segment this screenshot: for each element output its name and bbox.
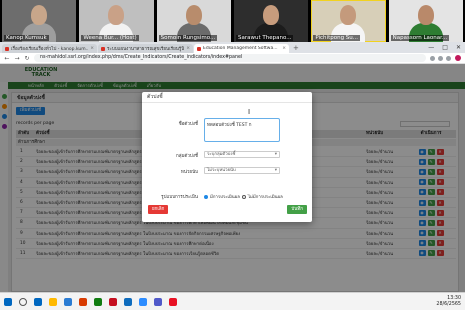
radio-not-evaluated[interactable] bbox=[241, 194, 246, 199]
close-icon[interactable]: ✕ bbox=[456, 44, 461, 51]
tab-favicon-icon bbox=[5, 46, 9, 51]
start-icon[interactable] bbox=[4, 297, 12, 306]
unit-select[interactable]: ไม่ระบุหน่วยนับ bbox=[204, 167, 280, 174]
participant-face bbox=[263, 5, 280, 25]
text-cursor-icon: I bbox=[248, 108, 251, 116]
format-radio-group: มีการประเมินผล ไม่มีการประเมินผล bbox=[204, 193, 283, 200]
tab-label: Education Management Softwa... bbox=[203, 46, 278, 51]
reload-icon[interactable]: ↻ bbox=[24, 55, 30, 62]
participant-name: Somoin Rungsimo... bbox=[158, 35, 218, 41]
web-page: EDUCATION TRACK หน้าหลัก ตัวบ่งชี้ จัดการต… bbox=[0, 64, 465, 292]
radio-evaluated-label: มีการประเมินผล bbox=[210, 195, 240, 200]
name-label: ชื่อตัวบ่งชี้ bbox=[178, 122, 198, 127]
browser-tab[interactable]: Education Management Softwa... × bbox=[194, 44, 289, 53]
browser-tab[interactable]: ระบบแผนงานฯสาธารณสุขเรียนเรียนรู้นิเ... × bbox=[98, 44, 193, 53]
taskbar-app-icon[interactable] bbox=[154, 297, 162, 306]
windows-taskbar: 13:30 28/6/2565 bbox=[0, 292, 465, 310]
window-controls: — □ ✕ bbox=[428, 44, 465, 51]
browser-window: เรื่องร้องเรียนเรื่องทั่วไป - kanop.kum.… bbox=[0, 42, 465, 292]
address-bar-row: ← → ↻ ns-mahidol.ssrl.org/index.php/dms/… bbox=[0, 53, 465, 64]
participant-face bbox=[185, 5, 202, 25]
participant-tile[interactable]: Napassorn Laonar... bbox=[388, 0, 463, 42]
taskbar-app-icon[interactable] bbox=[94, 297, 102, 306]
maximize-icon[interactable]: □ bbox=[442, 44, 448, 51]
save-button[interactable]: บันทึก bbox=[287, 205, 307, 214]
taskbar-app-icon[interactable] bbox=[64, 297, 72, 306]
taskbar-app-icon[interactable] bbox=[124, 297, 132, 306]
tab-close-icon[interactable]: × bbox=[90, 46, 94, 51]
tab-close-icon[interactable]: × bbox=[282, 46, 286, 51]
participant-tile[interactable]: Pichitpong Su... bbox=[311, 0, 386, 42]
participant-face bbox=[108, 5, 125, 25]
radio-not-evaluated-label: ไม่มีการประเมินผล bbox=[247, 195, 283, 200]
extension-icons bbox=[430, 55, 451, 61]
tab-favicon-icon bbox=[101, 46, 105, 51]
indicator-modal: ตัวบ่งชี้ ชื่อตัวบ่งชี้ ทดสอบตัวบ่งชี้ T… bbox=[142, 92, 312, 222]
tab-close-icon[interactable]: × bbox=[186, 46, 190, 51]
indicator-name-textarea[interactable]: ทดสอบตัวบ่งชี้ TEST ก bbox=[204, 118, 280, 142]
browser-tab[interactable]: เรื่องร้องเรียนเรื่องทั่วไป - kanop.kum.… bbox=[2, 44, 97, 53]
zoom-participant-strip: Kanop Kumsuk Weena Bur... (Host) Somoin Ru… bbox=[0, 0, 465, 42]
tab-favicon-icon bbox=[197, 46, 201, 51]
taskbar-app-icon[interactable] bbox=[139, 297, 147, 306]
participant-tile[interactable]: Kanop Kumsuk bbox=[2, 0, 77, 42]
participant-name: Napassorn Laonar... bbox=[390, 35, 450, 41]
participant-face bbox=[417, 5, 434, 25]
minimize-icon[interactable]: — bbox=[428, 44, 434, 51]
search-icon[interactable] bbox=[19, 297, 27, 306]
unit-label: หน่วยนับ bbox=[180, 170, 198, 175]
cancel-button[interactable]: ยกเลิก bbox=[148, 205, 169, 214]
tab-label: ระบบแผนงานฯสาธารณสุขเรียนเรียนรู้นิเ... bbox=[107, 47, 185, 52]
participant-tile[interactable]: Weena Bur... (Host) bbox=[79, 0, 154, 42]
back-icon[interactable]: ← bbox=[4, 55, 10, 62]
participant-name: Pichitpong Su... bbox=[313, 35, 361, 41]
profile-avatar[interactable] bbox=[455, 55, 461, 61]
radio-evaluated[interactable] bbox=[204, 194, 208, 199]
screen: Kanop Kumsuk Weena Bur... (Host) Somoin Ru… bbox=[0, 0, 465, 310]
group-select[interactable]: ระบุกลุ่มตัวบ่งชี้ bbox=[204, 151, 280, 158]
taskbar-app-icon[interactable] bbox=[79, 297, 87, 306]
participant-name: Weena Bur... (Host) bbox=[81, 35, 139, 41]
tab-bar: เรื่องร้องเรียนเรื่องทั่วไป - kanop.kum.… bbox=[0, 42, 465, 53]
tab-label: เรื่องร้องเรียนเรื่องทั่วไป - kanop.kum.… bbox=[11, 47, 89, 52]
participant-tile[interactable]: Sarawut Thepano... bbox=[233, 0, 309, 42]
participant-face bbox=[340, 5, 357, 25]
participant-name: Sarawut Thepano... bbox=[235, 35, 294, 41]
system-tray-clock[interactable]: 13:30 28/6/2565 bbox=[436, 296, 461, 308]
taskbar-app-icon[interactable] bbox=[109, 297, 117, 306]
modal-title: ตัวบ่งชี้ bbox=[142, 92, 312, 103]
taskbar-app-icon[interactable] bbox=[34, 297, 42, 306]
participant-name: Kanop Kumsuk bbox=[4, 35, 49, 41]
forward-icon[interactable]: → bbox=[14, 55, 20, 62]
new-tab-icon[interactable]: + bbox=[290, 44, 302, 53]
format-label: รูปแบบการประเมิน bbox=[161, 195, 198, 200]
taskbar-app-icon[interactable] bbox=[169, 297, 177, 306]
group-label: กลุ่มตัวบ่งชี้ bbox=[175, 154, 198, 159]
extension-icon[interactable] bbox=[446, 55, 451, 61]
clock-date: 28/6/2565 bbox=[436, 301, 461, 307]
participant-face bbox=[31, 5, 48, 25]
extension-icon[interactable] bbox=[438, 55, 443, 61]
participant-tile[interactable]: Somoin Rungsimo... bbox=[156, 0, 231, 42]
url-field[interactable]: ns-mahidol.ssrl.org/index.php/dms/Create… bbox=[34, 54, 426, 62]
taskbar-app-icon[interactable] bbox=[49, 297, 57, 306]
extension-icon[interactable] bbox=[430, 55, 435, 61]
